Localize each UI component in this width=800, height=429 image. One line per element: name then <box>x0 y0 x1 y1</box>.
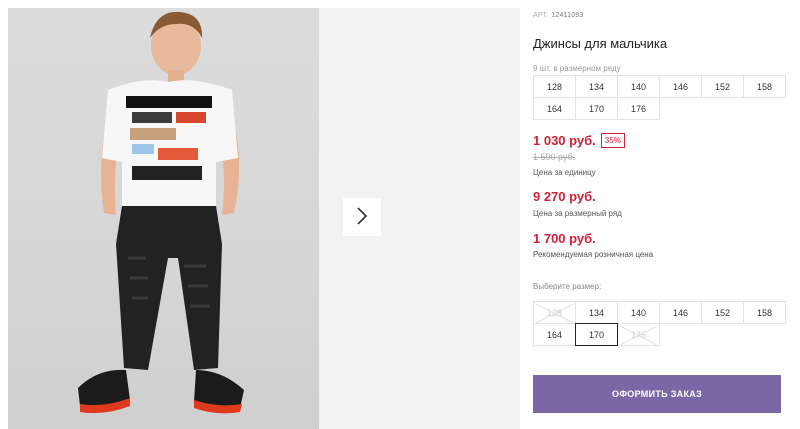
recommended-price-label: Рекомендуемая розничная цена <box>533 250 654 259</box>
pack-size-cell: 146 <box>659 75 702 98</box>
pack-size-cell: 152 <box>701 75 744 98</box>
pack-size-cell: 134 <box>575 75 618 98</box>
size-option[interactable]: 164 <box>533 323 576 346</box>
size-option[interactable]: 134 <box>575 301 618 324</box>
discount-badge: 35% <box>600 133 625 148</box>
pack-size-cell: 140 <box>617 75 660 98</box>
pack-size-cell: 176 <box>617 97 660 120</box>
pack-size-cell: 128 <box>533 75 576 98</box>
row-price: 9 270 руб. <box>533 189 596 204</box>
size-option[interactable]: 146 <box>659 301 702 324</box>
size-selector: 128 134 140 146 152 158 164 170 176 <box>533 301 786 346</box>
size-option-disabled: 128 <box>533 301 576 324</box>
product-title: Джинсы для мальчика <box>533 36 668 51</box>
article-number: АРТ. 12411093 <box>533 12 584 19</box>
product-gallery <box>0 0 520 429</box>
old-price: 1 590 руб. <box>533 152 576 162</box>
pack-size-grid: 128 134 140 146 152 158 164 170 176 <box>533 75 786 120</box>
unit-price-label: Цена за единицу <box>533 168 596 177</box>
size-option[interactable]: 140 <box>617 301 660 324</box>
chevron-right-icon <box>355 206 369 228</box>
pack-size-cell: 170 <box>575 97 618 120</box>
next-image-button[interactable] <box>343 198 381 236</box>
unit-price-row: 1 030 руб. 35% <box>533 133 625 148</box>
recommended-price: 1 700 руб. <box>533 231 596 246</box>
size-option-selected[interactable]: 170 <box>575 323 618 346</box>
size-option[interactable]: 158 <box>743 301 786 324</box>
product-photo[interactable] <box>8 8 319 429</box>
size-option-disabled: 176 <box>617 323 660 346</box>
pack-size-cell: 164 <box>533 97 576 120</box>
product-info: АРТ. 12411093 Джинсы для мальчика 9 шт. в… <box>533 0 800 429</box>
pack-size-note: 9 шт. в размерном ряду <box>533 64 621 73</box>
row-price-label: Цена за размерный ряд <box>533 209 622 218</box>
pack-size-cell: 158 <box>743 75 786 98</box>
boy-model-image <box>78 11 244 414</box>
article-value: 12411093 <box>551 12 584 19</box>
unit-price: 1 030 руб. <box>533 133 596 148</box>
choose-size-label: Выберите размер: <box>533 282 602 291</box>
order-button[interactable]: ОФОРМИТЬ ЗАКАЗ <box>533 375 781 413</box>
size-option[interactable]: 152 <box>701 301 744 324</box>
article-label: АРТ. <box>533 12 549 19</box>
